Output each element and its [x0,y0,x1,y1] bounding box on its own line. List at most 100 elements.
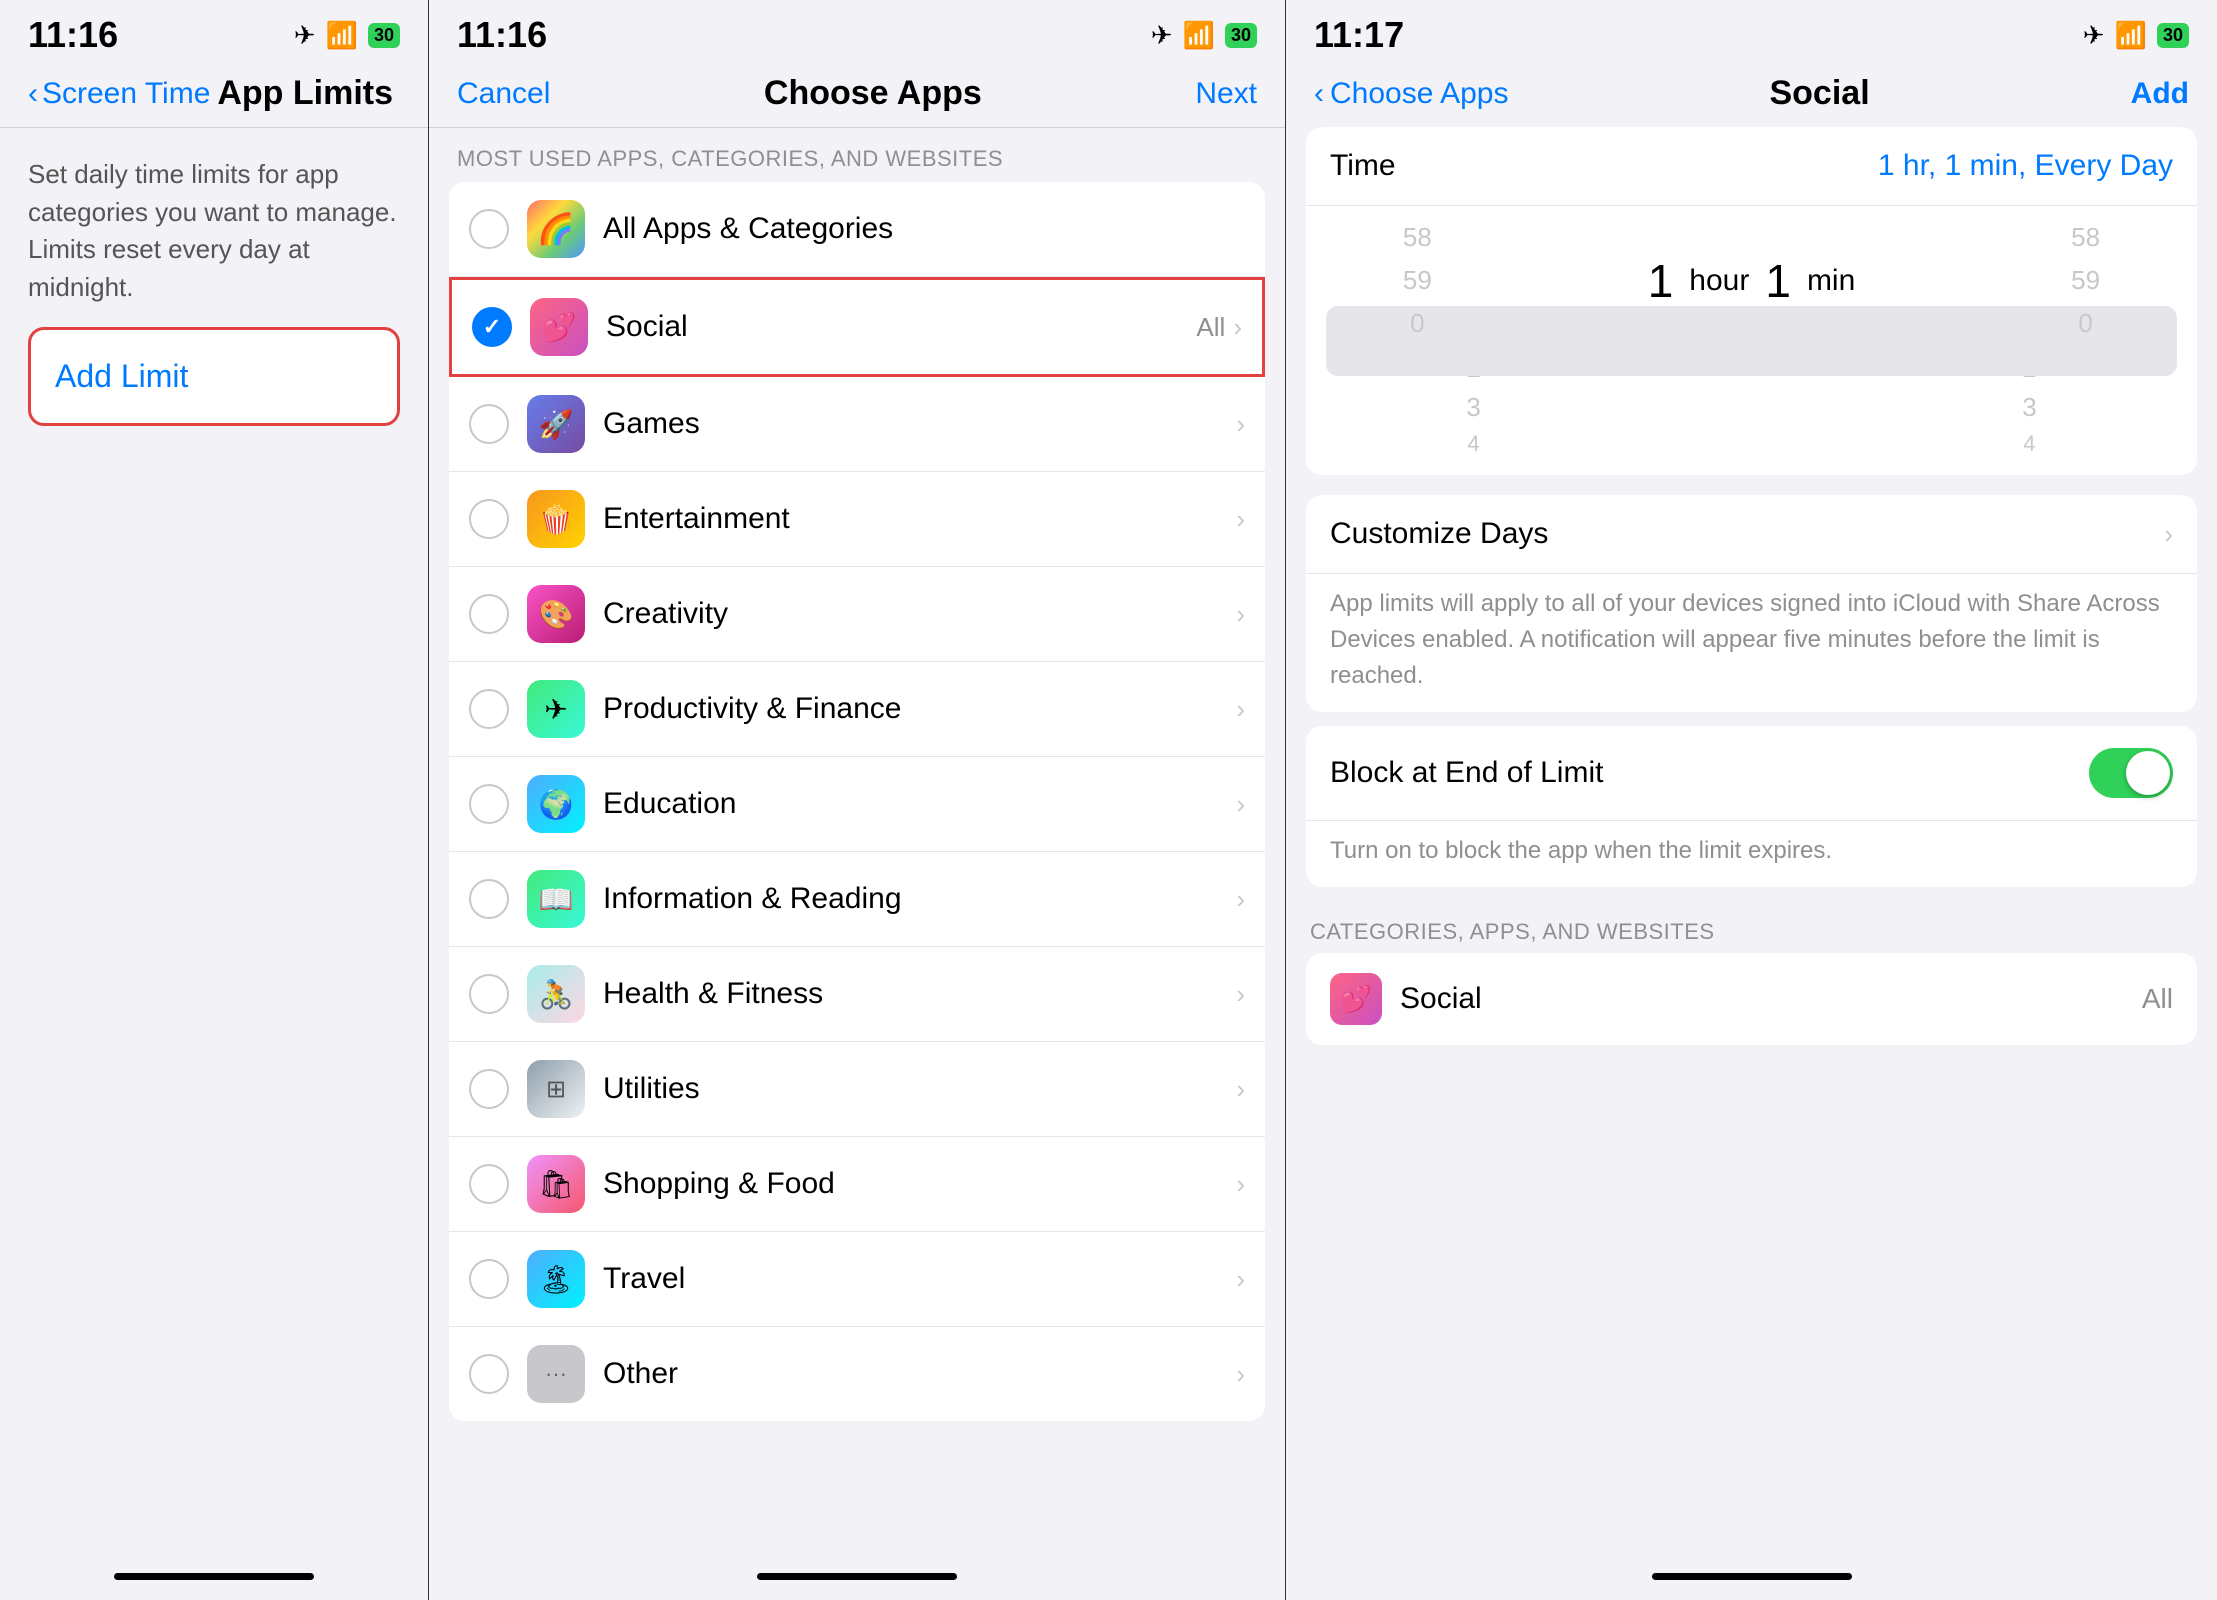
list-item[interactable]: 🌍 Education › [449,757,1265,852]
battery-badge-2: 30 [1225,23,1257,48]
nav-bar-2: Cancel Choose Apps Next [429,64,1285,128]
radio-games[interactable] [469,404,509,444]
social-category-icon: 💕 [1330,973,1382,1025]
social-category-name: Social [1400,982,2142,1016]
chevron-right-icon: › [1236,884,1245,915]
picker-min-above-1: 58 [2071,216,2100,259]
picker-hour-selected: 1 [1648,254,1674,308]
cancel-label: Cancel [457,77,550,111]
add-button[interactable]: Add [2131,77,2189,111]
list-item[interactable]: 🚀 Games › [449,377,1265,472]
picker-min-selected: 1 [1765,254,1791,308]
time-label: Time [1330,149,1396,183]
status-icons-1: ✈ 📶 30 [294,20,400,51]
chevron-right-icon: › [2164,519,2173,550]
radio-all[interactable] [469,209,509,249]
list-item[interactable]: 📖 Information & Reading › [449,852,1265,947]
app-limits-description: Set daily time limits for app categories… [0,128,428,327]
picker-min-above-2: 59 [2071,259,2100,302]
radio-reading[interactable] [469,879,509,919]
time-value: 1 hr, 1 min, Every Day [1878,149,2173,183]
chevron-right-icon: › [1233,312,1242,343]
list-item[interactable]: ··· Other › [449,1327,1265,1421]
block-limit-toggle[interactable] [2089,748,2173,798]
social-badge: All [1196,312,1225,343]
chevron-right-icon: › [1236,504,1245,535]
block-limit-label: Block at End of Limit [1330,756,1603,790]
creativity-icon: 🎨 [527,585,585,643]
status-icons-2: ✈ 📶 30 [1151,20,1257,51]
customize-days-row[interactable]: Customize Days › [1306,495,2197,574]
radio-social[interactable] [472,307,512,347]
radio-utilities[interactable] [469,1069,509,1109]
radio-travel[interactable] [469,1259,509,1299]
radio-productivity[interactable] [469,689,509,729]
time-row[interactable]: Time 1 hr, 1 min, Every Day [1306,127,2197,206]
radio-other[interactable] [469,1354,509,1394]
radio-shopping[interactable] [469,1164,509,1204]
radio-education[interactable] [469,784,509,824]
back-screen-time[interactable]: ‹ Screen Time [28,77,210,111]
social-label: Social [606,310,1196,344]
radio-health[interactable] [469,974,509,1014]
productivity-label: Productivity & Finance [603,692,1236,726]
next-button[interactable]: Next [1195,77,1257,111]
add-limit-button[interactable]: Add Limit [28,327,400,426]
list-item[interactable]: ⊞ Utilities › [449,1042,1265,1137]
home-indicator-2 [429,1561,1285,1600]
list-item[interactable]: 💕 Social All › [449,277,1265,377]
back-choose-apps[interactable]: ‹ Choose Apps [1314,77,1508,111]
picker-hour-above-2: 59 [1403,259,1432,302]
creativity-label: Creativity [603,597,1236,631]
wifi-icon-3: 📶 [2115,20,2147,51]
cancel-button[interactable]: Cancel [457,77,550,111]
home-indicator-3 [1286,1561,2217,1600]
picker-min-label: min [1807,264,1855,298]
all-apps-icon: 🌈 [527,200,585,258]
wifi-icon-2: 📶 [1183,20,1215,51]
list-item[interactable]: 🛍 Shopping & Food › [449,1137,1265,1232]
list-item[interactable]: 🚴 Health & Fitness › [449,947,1265,1042]
reading-label: Information & Reading [603,882,1236,916]
radio-entertainment[interactable] [469,499,509,539]
list-item[interactable]: 🍿 Entertainment › [449,472,1265,567]
list-item[interactable]: 🌈 All Apps & Categories [449,182,1265,277]
entertainment-icon: 🍿 [527,490,585,548]
all-apps-label: All Apps & Categories [603,212,1245,246]
picker-min-above-3: 0 [2078,302,2092,345]
block-description: Turn on to block the app when the limit … [1306,821,2197,887]
status-bar-3: 11:17 ✈ 📶 30 [1286,0,2217,64]
list-item[interactable]: ✈ Productivity & Finance › [449,662,1265,757]
chevron-right-icon: › [1236,1074,1245,1105]
productivity-icon: ✈ [527,680,585,738]
choose-apps-title: Choose Apps [550,74,1195,113]
list-item[interactable]: 🏝 Travel › [449,1232,1265,1327]
chevron-right-icon: › [1236,1264,1245,1295]
status-time-1: 11:16 [28,14,118,56]
other-label: Other [603,1357,1236,1391]
chevron-right-icon: › [1236,1359,1245,1390]
social-category-row[interactable]: 💕 Social All [1306,953,2197,1045]
chevron-left-icon: ‹ [1314,77,1324,111]
chevron-right-icon: › [1236,1169,1245,1200]
picker-hour-below-2: 3 [1466,388,1480,427]
app-category-list: 🌈 All Apps & Categories 💕 Social All › 🚀… [449,182,1265,1421]
status-time-2: 11:16 [457,14,547,56]
back-label: Screen Time [42,77,210,111]
nav-bar-3: ‹ Choose Apps Social Add [1286,64,2217,127]
social-icon: 💕 [530,298,588,356]
panel-app-limits: 11:16 ✈ 📶 30 ‹ Screen Time App Limits Se… [0,0,428,1600]
list-item[interactable]: 🎨 Creativity › [449,567,1265,662]
battery-badge-3: 30 [2157,23,2189,48]
picker-hour-below-3: 4 [1467,427,1479,461]
chevron-right-icon: › [1236,979,1245,1010]
radio-creativity[interactable] [469,594,509,634]
travel-icon: 🏝 [527,1250,585,1308]
panel-choose-apps: 11:16 ✈ 📶 30 Cancel Choose Apps Next MOS… [428,0,1286,1600]
battery-badge: 30 [368,23,400,48]
shopping-icon: 🛍 [527,1155,585,1213]
customize-days-label: Customize Days [1330,517,1548,551]
entertainment-label: Entertainment [603,502,1236,536]
home-indicator-1 [0,1561,428,1600]
chevron-right-icon: › [1236,694,1245,725]
